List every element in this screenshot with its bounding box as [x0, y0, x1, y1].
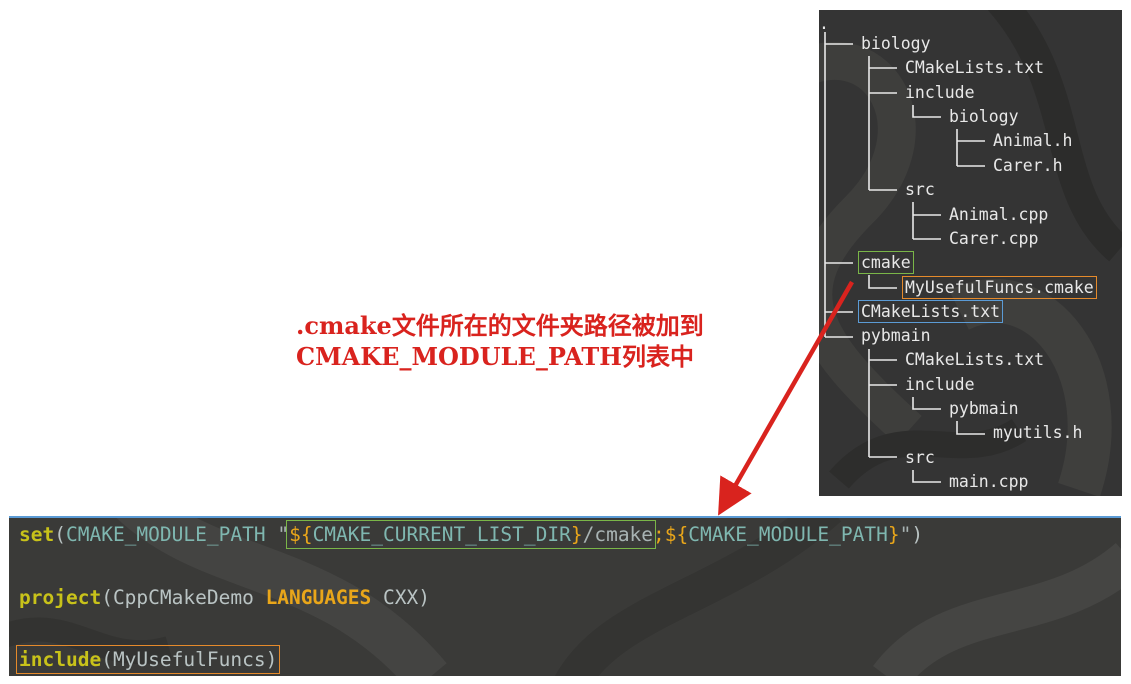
tree-item-include-pybmain[interactable]: pybmain [948, 397, 1020, 421]
tree-item-pybmain-include[interactable]: include [904, 373, 976, 397]
tree-item-biology[interactable]: biology [860, 32, 932, 56]
tree-item-carer-cpp[interactable]: Carer.cpp [948, 227, 1039, 251]
tree-item-animal-cpp[interactable]: Animal.cpp [948, 203, 1049, 227]
code-line-project: project(CppCMakeDemo LANGUAGES CXX) [19, 586, 430, 609]
tree-item-biology-src[interactable]: src [904, 178, 936, 202]
tree-item-myutils-h[interactable]: myutils.h [992, 421, 1083, 445]
tree-item-pybmain[interactable]: pybmain [860, 324, 932, 348]
tree-item-root-cmakelists[interactable]: CMakeLists.txt [857, 300, 1004, 324]
tree-item-myusefulfuncs-cmake[interactable]: MyUsefulFuncs.cmake [902, 276, 1097, 300]
file-tree-panel: . biology CMakeLists.txt include biology… [819, 10, 1122, 496]
current-list-dir-highlight: ${CMAKE_CURRENT_LIST_DIR}/cmake [286, 520, 657, 549]
include-highlight: include(MyUsefulFuncs) [15, 645, 281, 674]
annotation-line-1: .cmake文件所在的文件夹路径被加到 [296, 311, 704, 340]
code-line-set: set(CMAKE_MODULE_PATH "${CMAKE_CURRENT_L… [19, 520, 924, 549]
tree-item-carer-h[interactable]: Carer.h [992, 154, 1064, 178]
annotation-text: .cmake文件所在的文件夹路径被加到 CMAKE_MODULE_PATH列表中 [296, 310, 704, 372]
code-line-include: include(MyUsefulFuncs) [15, 645, 281, 675]
annotation-line-2: CMAKE_MODULE_PATH列表中 [296, 342, 694, 371]
tree-root: . [819, 14, 829, 33]
tree-item-pybmain-src[interactable]: src [904, 446, 936, 470]
tree-item-animal-h[interactable]: Animal.h [992, 129, 1073, 153]
code-panel: set(CMAKE_MODULE_PATH "${CMAKE_CURRENT_L… [9, 516, 1121, 676]
tree-item-include-biology[interactable]: biology [948, 105, 1020, 129]
tree-item-main-cpp[interactable]: main.cpp [948, 470, 1029, 494]
tree-item-cmake-folder[interactable]: cmake [858, 251, 914, 275]
tree-item-pybmain-cmakelists[interactable]: CMakeLists.txt [904, 348, 1045, 372]
tree-item-biology-include[interactable]: include [904, 81, 976, 105]
tree-item-biology-cmakelists[interactable]: CMakeLists.txt [904, 56, 1045, 80]
